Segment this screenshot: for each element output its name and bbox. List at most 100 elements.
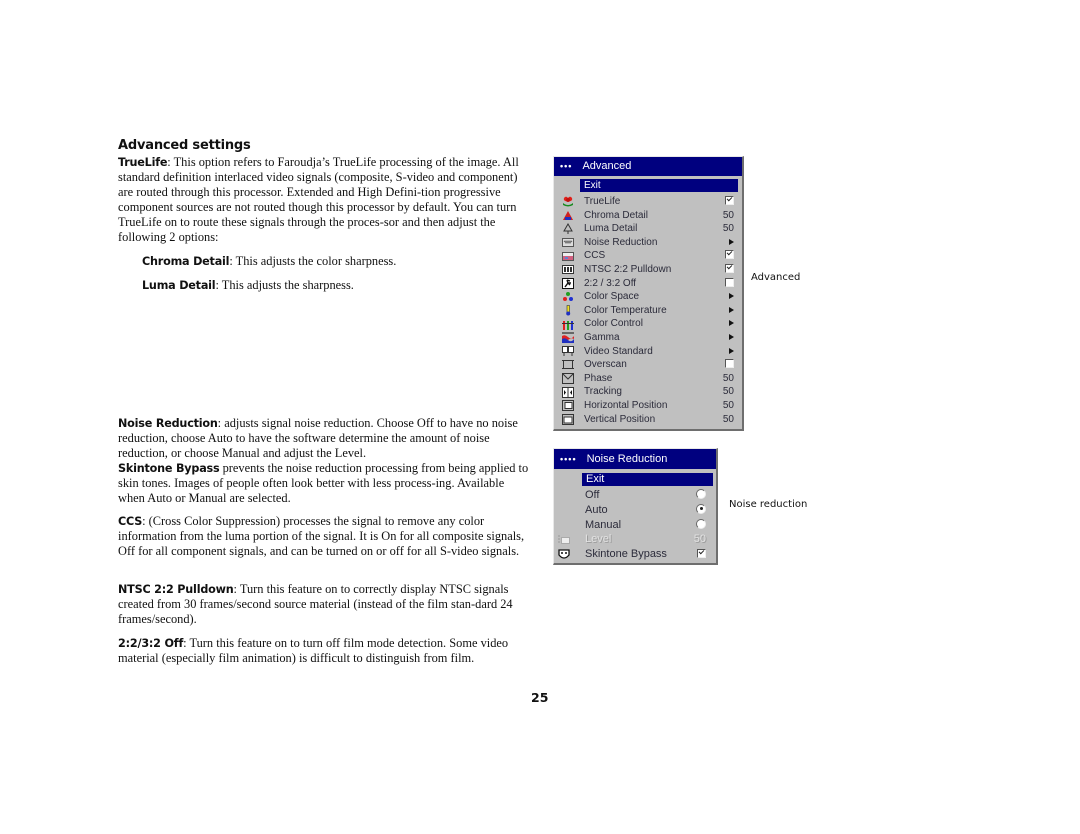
- menu-item-color-temperature[interactable]: Color Temperature: [554, 304, 742, 318]
- menu-item-tracking[interactable]: Tracking 50: [554, 385, 742, 399]
- menu-item-label: Level: [585, 533, 612, 546]
- skintone-term: Skintone Bypass: [118, 462, 220, 475]
- menu-item-label: Horizontal Position: [584, 399, 668, 411]
- submenu-arrow-icon: [729, 347, 734, 354]
- checkbox[interactable]: [725, 263, 734, 273]
- value: 50: [722, 399, 734, 411]
- level-icon: [558, 534, 570, 545]
- menu-level-dots: ••••: [560, 454, 577, 464]
- truelife-icon: [562, 196, 574, 207]
- menu-item-level[interactable]: Level 50: [554, 532, 716, 547]
- menu-item-vertical-position[interactable]: Vertical Position 50: [554, 413, 742, 427]
- overscan-icon: [562, 359, 574, 370]
- menu-item-label: Gamma: [584, 331, 620, 343]
- horizontal-position-icon: [562, 400, 574, 412]
- advanced-menu: ••• Advanced Exit TrueLife Chroma Detail 50…: [553, 156, 744, 431]
- menu-title: Noise Reduction: [586, 453, 668, 465]
- menu-item-skintone-bypass[interactable]: Skintone Bypass: [554, 547, 716, 562]
- color-space-icon: [562, 291, 574, 302]
- ccs-paragraph: CCS: (Cross Color Suppression) processes…: [118, 514, 525, 558]
- chroma-detail-paragraph: Chroma Detail: This adjusts the color sh…: [142, 254, 397, 268]
- menu-item-label: Color Control: [584, 318, 643, 330]
- menu-item-label: NTSC 2:2 Pulldown: [584, 263, 672, 275]
- menu-item-label: TrueLife: [584, 196, 621, 207]
- value: 50: [722, 386, 734, 398]
- menu-item-off[interactable]: Off: [554, 488, 716, 503]
- section-heading: Advanced settings: [118, 138, 251, 153]
- menu-item-2-2-3-2-off[interactable]: 2:2 / 3:2 Off: [554, 277, 742, 291]
- menu-item-auto[interactable]: Auto: [554, 503, 716, 518]
- menu-item-label: Off: [585, 489, 600, 501]
- film-off-paragraph: 2:2/3:2 Off: Turn this feature on to tur…: [118, 636, 509, 665]
- menu-item-phase[interactable]: Phase 50: [554, 372, 742, 386]
- truelife-paragraph: TrueLife: This option refers to Faroudja…: [118, 155, 519, 244]
- menu-item-luma-detail[interactable]: Luma Detail 50: [554, 222, 742, 236]
- menu-item-label: Tracking: [584, 386, 622, 398]
- submenu-arrow-icon: [729, 333, 734, 340]
- menu-item-label: 2:2 / 3:2 Off: [584, 277, 637, 289]
- menu-item-label: Skintone Bypass: [585, 548, 667, 561]
- menu-item-label: Overscan: [584, 359, 627, 371]
- menu-title-bar: ••• Advanced: [554, 157, 742, 176]
- luma-detail-paragraph: Luma Detail: This adjusts the sharpness.: [142, 278, 354, 292]
- menu-item-horizontal-position[interactable]: Horizontal Position 50: [554, 399, 742, 413]
- vertical-position-icon: [562, 413, 574, 425]
- value: 50: [722, 209, 734, 221]
- luma-detail-icon: [562, 223, 574, 235]
- noise-reduction-paragraph: Noise Reduction: adjusts signal noise re…: [118, 416, 529, 505]
- menu-item-color-control[interactable]: Color Control: [554, 317, 742, 331]
- checkbox[interactable]: [725, 359, 734, 369]
- menu-item-label: Luma Detail: [584, 223, 638, 235]
- menu-item-label: CCS: [584, 250, 606, 262]
- submenu-arrow-icon: [729, 320, 734, 327]
- menu-item-label: Chroma Detail: [584, 209, 648, 221]
- menu-item-ccs[interactable]: CCS: [554, 249, 742, 263]
- menu-item-noise-reduction[interactable]: Noise Reduction: [554, 236, 742, 250]
- menu-item-label: Color Space: [584, 291, 640, 303]
- chroma-detail-icon: [562, 210, 574, 221]
- menu-item-label: Manual: [585, 518, 622, 531]
- menu-item-truelife[interactable]: TrueLife: [554, 195, 742, 209]
- phase-icon: [562, 373, 574, 385]
- skintone-bypass-icon: [558, 549, 570, 560]
- checkbox[interactable]: [725, 250, 734, 260]
- menu-item-label: Phase: [584, 372, 613, 384]
- menu-item-chroma-detail[interactable]: Chroma Detail 50: [554, 209, 742, 223]
- submenu-arrow-icon: [729, 293, 734, 300]
- value: 50: [693, 533, 706, 546]
- value: 50: [722, 372, 734, 384]
- checkbox[interactable]: [697, 549, 706, 559]
- checkbox[interactable]: [725, 196, 734, 205]
- menu-item-overscan[interactable]: Overscan: [554, 358, 742, 372]
- radio-button[interactable]: [696, 489, 706, 499]
- menu-level-dots: •••: [560, 161, 573, 171]
- ccs-icon: [562, 251, 574, 262]
- menu-item-label: Auto: [585, 503, 608, 516]
- radio-button[interactable]: [696, 503, 706, 514]
- submenu-arrow-icon: [729, 238, 734, 245]
- menu-item-label: Vertical Position: [584, 413, 656, 425]
- page-number: 25: [531, 690, 549, 705]
- term: TrueLife: [118, 156, 168, 169]
- color-control-icon: [562, 319, 574, 330]
- menu-item-ntsc-2-2-pulldown[interactable]: NTSC 2:2 Pulldown: [554, 263, 742, 277]
- menu-title: Advanced: [582, 160, 632, 172]
- menu-item-label: Noise Reduction: [584, 236, 658, 248]
- noise-reduction-icon: [562, 237, 574, 248]
- advanced-caption: Advanced: [751, 272, 801, 283]
- radio-button[interactable]: [696, 518, 706, 529]
- menu-title-bar: •••• Noise Reduction: [554, 449, 716, 469]
- ntsc-paragraph: NTSC 2:2 Pulldown: Turn this feature on …: [118, 582, 513, 626]
- menu-item-gamma[interactable]: Gamma: [554, 331, 742, 345]
- gamma-icon: [562, 332, 574, 344]
- ntsc-pulldown-icon: [562, 264, 574, 275]
- exit-menu-item[interactable]: Exit: [582, 473, 713, 486]
- exit-menu-item[interactable]: Exit: [580, 179, 738, 192]
- checkbox[interactable]: [725, 277, 734, 287]
- value: 50: [722, 413, 734, 425]
- menu-item-label: Video Standard: [584, 345, 653, 357]
- menu-item-video-standard[interactable]: Video Standard: [554, 345, 742, 359]
- menu-item-color-space[interactable]: Color Space: [554, 290, 742, 304]
- menu-item-manual[interactable]: Manual: [554, 518, 716, 533]
- submenu-arrow-icon: [729, 306, 734, 313]
